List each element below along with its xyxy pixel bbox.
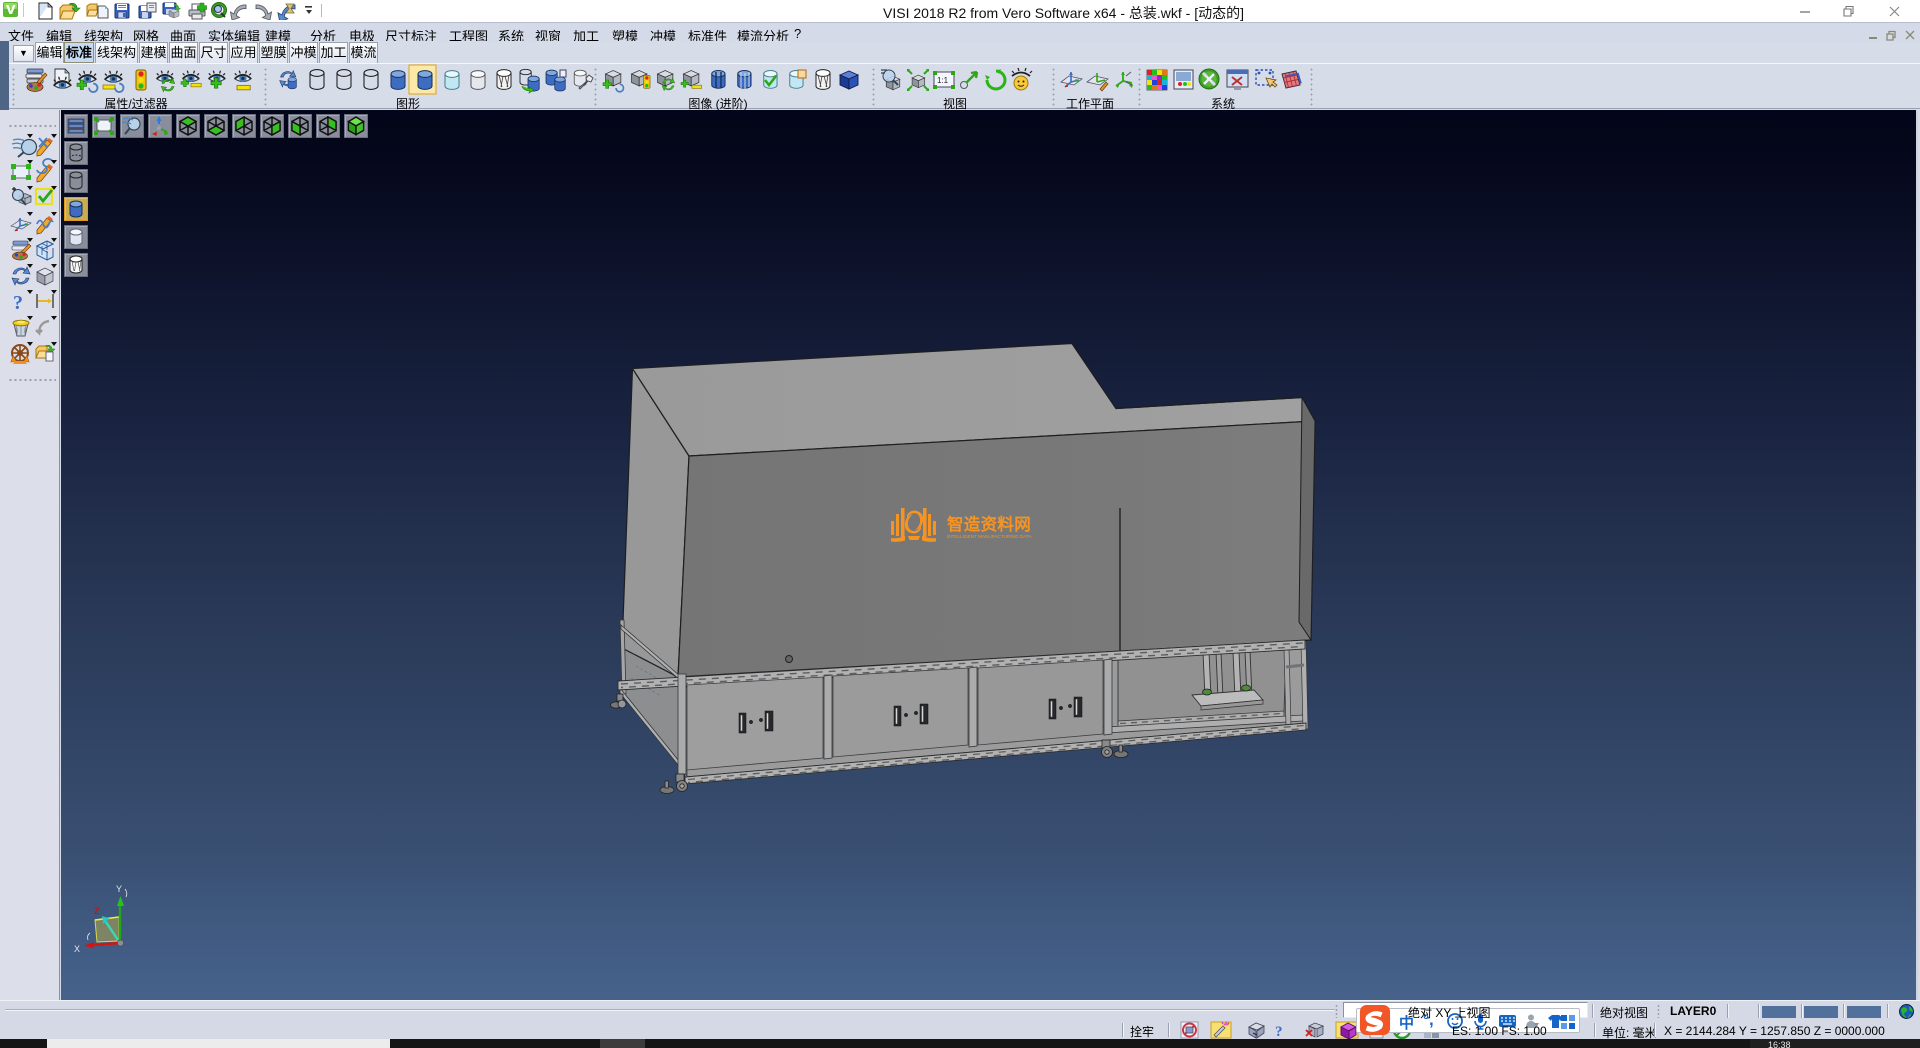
svg-text:1:1: 1:1 [937,76,949,85]
svg-text:?: ? [1275,1024,1283,1039]
svg-text:X: X [74,944,80,954]
svg-text:Z: Z [94,906,100,916]
svg-text:Y: Y [116,884,122,894]
svg-text:INTELLIGENT MANUFACTURING DATA: INTELLIGENT MANUFACTURING DATA [947,534,1032,540]
svg-text:智造资料网: 智造资料网 [947,514,1031,534]
svg-text:?: ? [13,292,23,314]
